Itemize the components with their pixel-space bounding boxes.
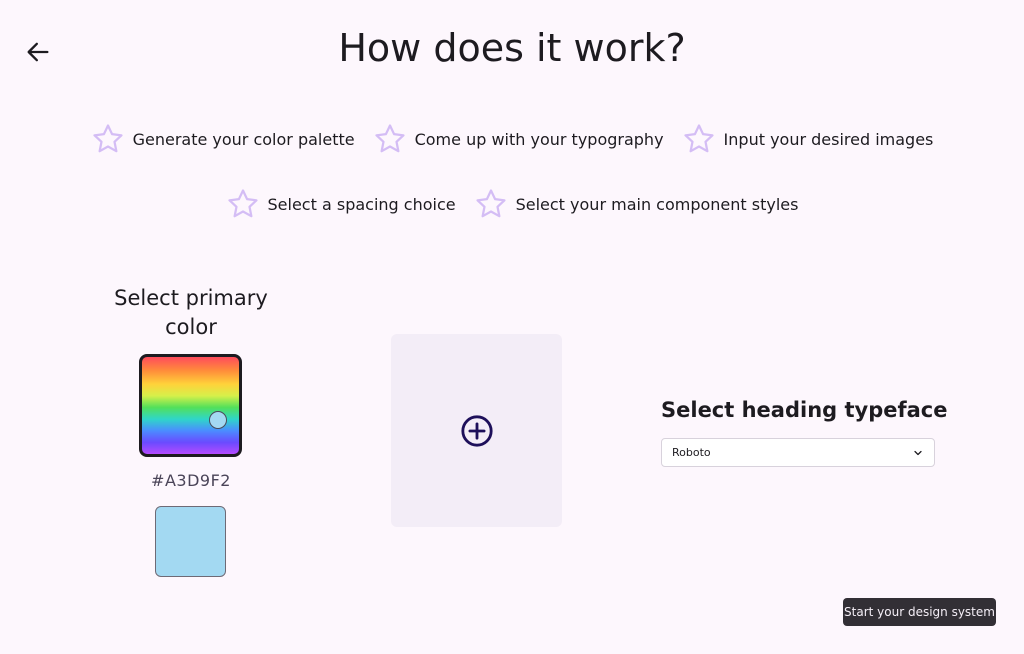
color-picker-handle[interactable]: [209, 411, 227, 429]
star-outline-icon: [476, 189, 506, 218]
page-title: How does it work?: [338, 26, 686, 70]
plus-circle-icon: [460, 414, 493, 447]
step-label: Input your desired images: [723, 129, 934, 149]
steps-row-1: Generate your color palette Come up with…: [0, 122, 1024, 156]
typeface-select[interactable]: Roboto: [661, 438, 935, 467]
typeface-title: Select heading typeface: [661, 398, 948, 422]
star-outline-icon: [93, 124, 123, 153]
step-item: Come up with your typography: [373, 122, 664, 156]
star-outline-icon: [227, 189, 258, 218]
step-item: Input your desired images: [682, 122, 934, 156]
chevron-down-icon: [914, 450, 922, 455]
hex-value: #A3D9F2: [151, 471, 231, 490]
step-label: Come up with your typography: [414, 129, 664, 149]
color-section-title: Select primary color: [114, 286, 268, 339]
color-picker[interactable]: [139, 354, 242, 457]
color-swatch: [155, 506, 226, 577]
step-item: Generate your color palette: [91, 122, 355, 156]
page: How does it work? Generate your color pa…: [0, 0, 1024, 654]
step-item: Select a spacing choice: [226, 187, 456, 221]
step-label: Generate your color palette: [132, 129, 355, 149]
start-design-system-button[interactable]: Start your design system: [843, 598, 996, 626]
color-section: Select primary color #A3D9F2: [104, 284, 278, 577]
typeface-section: Select heading typeface Roboto: [661, 396, 948, 467]
star-outline-icon: [375, 124, 405, 153]
image-upload-button[interactable]: [391, 334, 562, 527]
steps-row-2: Select a spacing choice Select your main…: [0, 187, 1024, 221]
step-label: Select your main component styles: [515, 194, 799, 214]
step-label: Select a spacing choice: [267, 194, 456, 214]
star-outline-icon: [683, 124, 714, 153]
typeface-selected-value: Roboto: [672, 446, 711, 459]
step-item: Select your main component styles: [474, 187, 799, 221]
